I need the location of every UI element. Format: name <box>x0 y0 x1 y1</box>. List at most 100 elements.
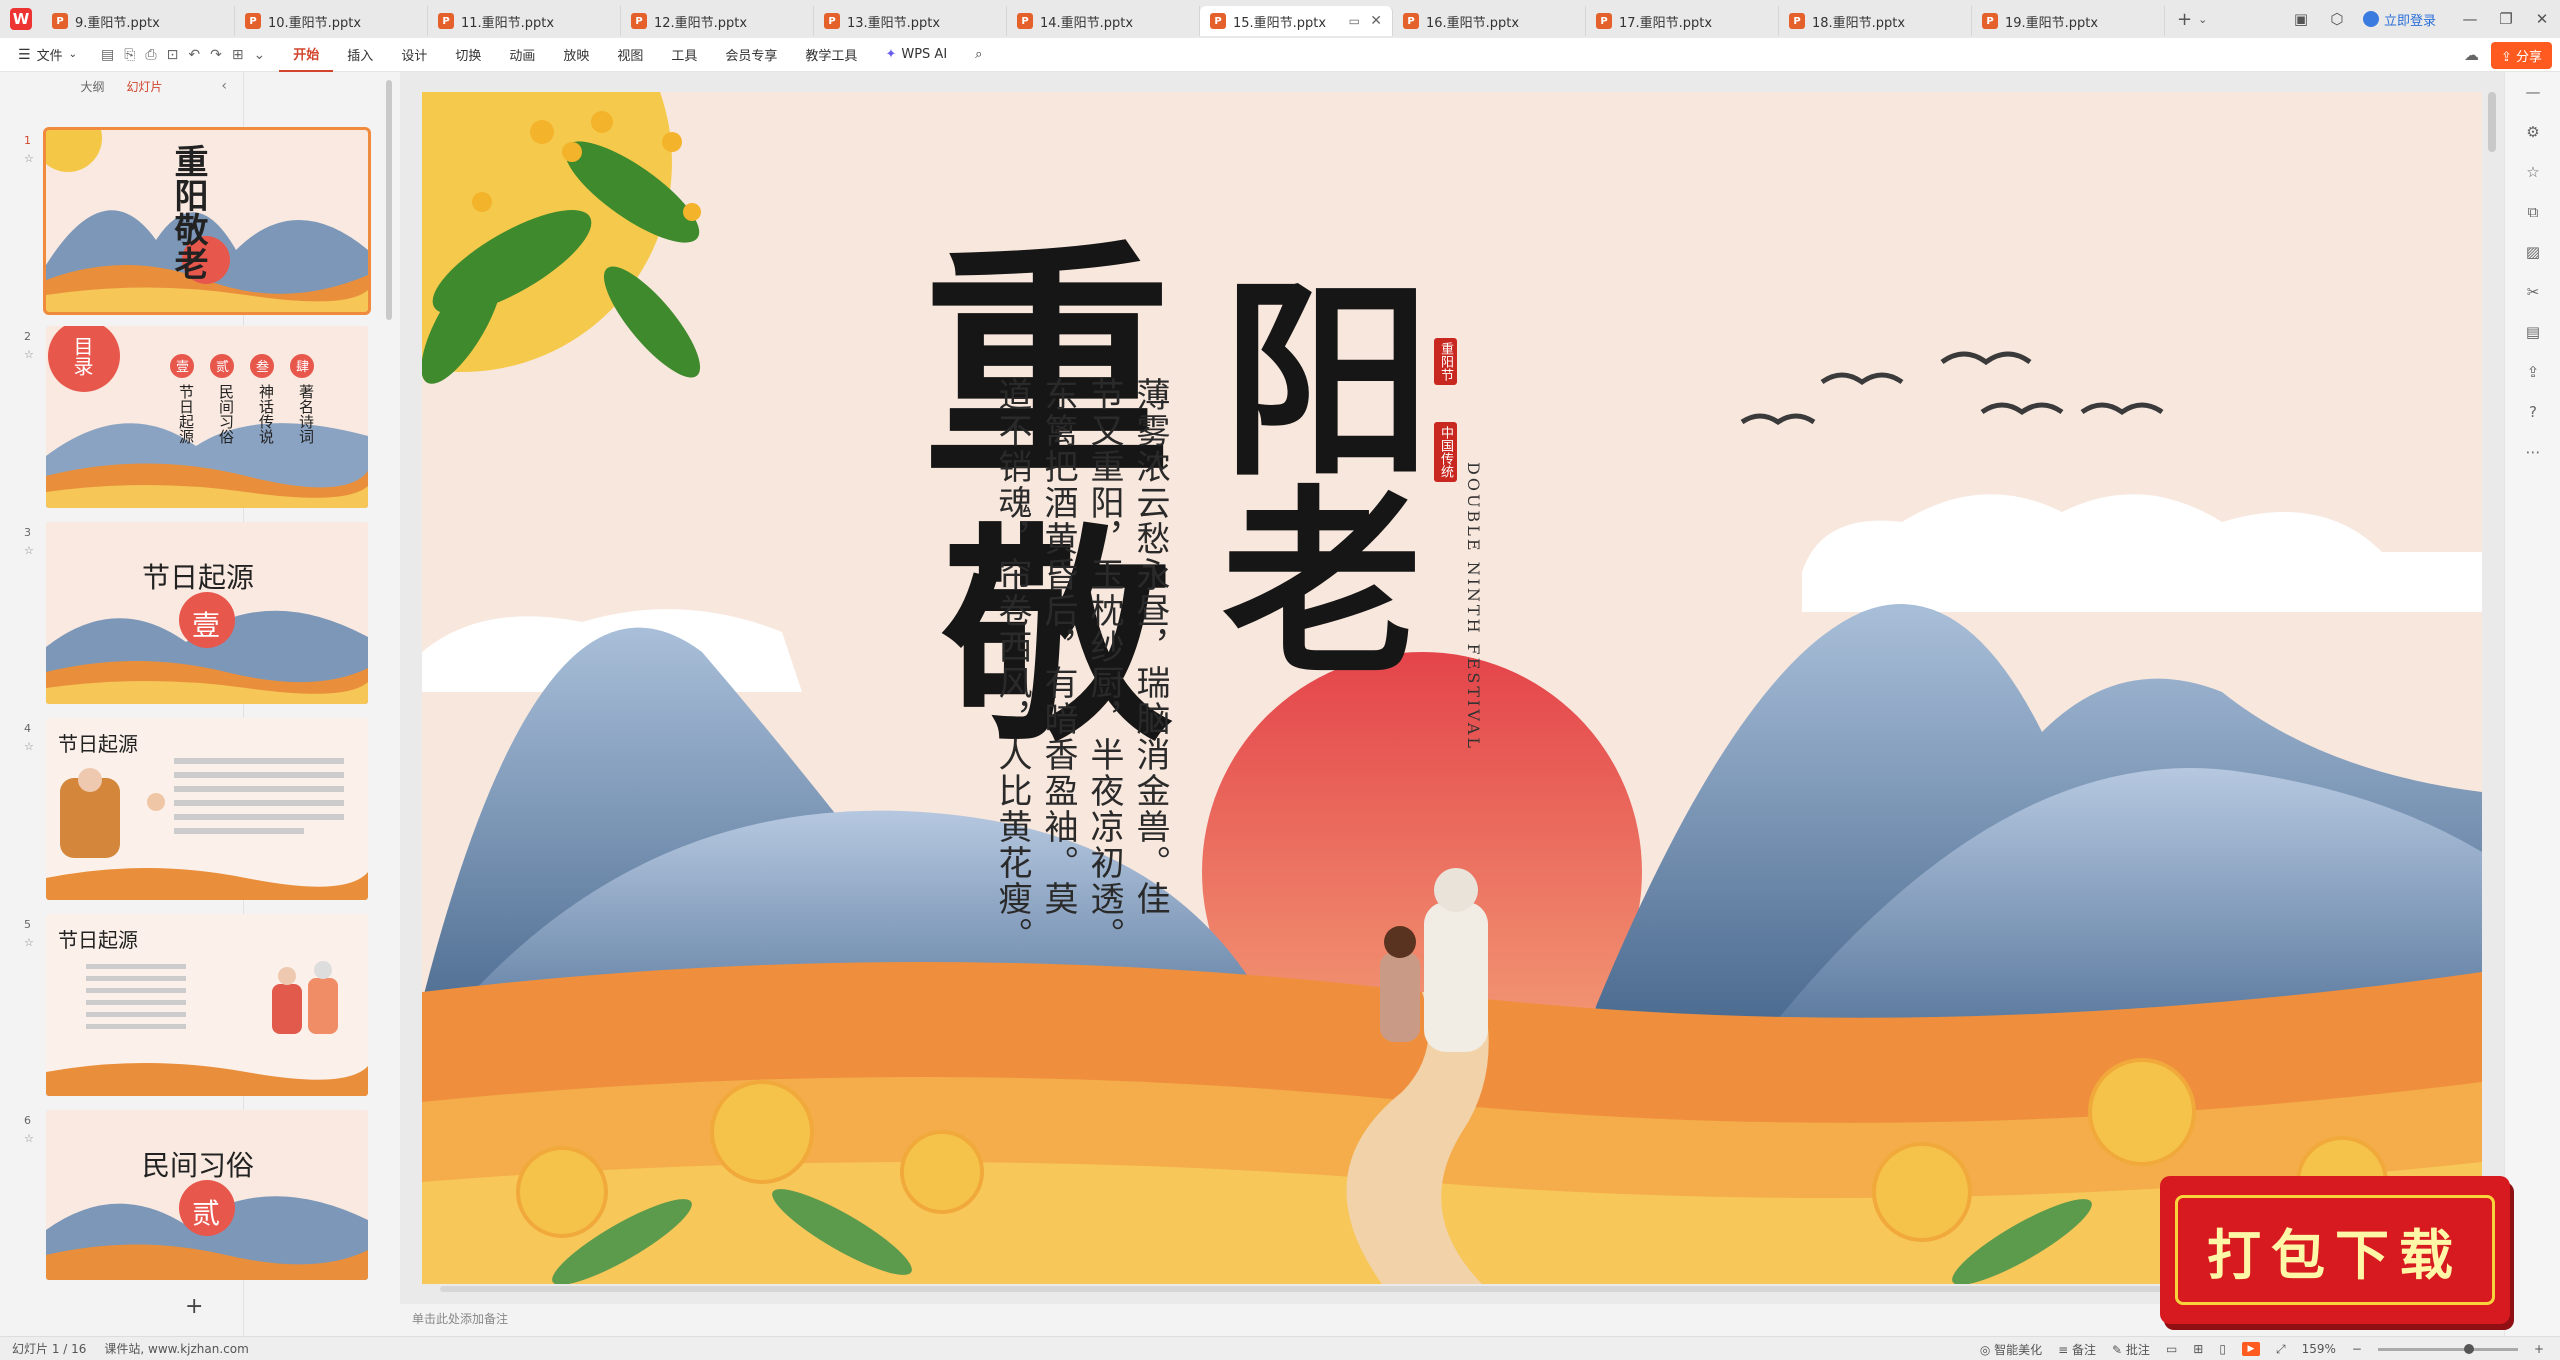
tab-outline[interactable]: 大纲 <box>80 78 104 95</box>
tab-transition[interactable]: 切换 <box>441 38 495 72</box>
save-icon[interactable]: ▤ <box>101 47 114 63</box>
tools-icon[interactable]: ✂ <box>2505 272 2560 312</box>
restore-icon[interactable]: ❐ <box>2488 0 2524 38</box>
slide-thumbnail[interactable]: 节日起源 壹 <box>46 522 368 704</box>
share-icon[interactable]: ⇪ <box>2505 352 2560 392</box>
doc-tab[interactable]: P 10.重阳节.pptx <box>235 6 428 36</box>
slide-thumbnail[interactable]: 民间习俗 贰 <box>46 1110 368 1280</box>
zoom-knob[interactable] <box>2463 1343 2474 1354</box>
tab-slideshow[interactable]: 放映 <box>549 38 603 72</box>
fit-window-icon[interactable]: ⤢ <box>2276 1342 2286 1357</box>
undo-icon[interactable]: ↶ <box>188 47 200 63</box>
minimize-icon[interactable]: — <box>2452 0 2488 38</box>
new-tab-button[interactable]: + <box>2165 9 2192 30</box>
login-button[interactable]: 立即登录 <box>2355 10 2452 29</box>
close-window-icon[interactable]: ✕ <box>2524 0 2560 38</box>
wps-presentation-window: W P 9.重阳节.pptx P 10.重阳节.pptx P 11.重阳节.pptx … <box>0 0 2560 1360</box>
tab-design[interactable]: 设计 <box>387 38 441 72</box>
close-tab-icon[interactable]: ✕ <box>1370 13 1382 29</box>
slide-number: 3 <box>24 526 31 539</box>
star-icon[interactable]: ☆ <box>2505 152 2560 192</box>
horizontal-scrollbar[interactable] <box>440 1286 2440 1292</box>
star-icon[interactable]: ☆ <box>24 152 34 165</box>
thumbnail-title: 节日起源 <box>58 732 138 756</box>
zoom-out-icon[interactable]: − <box>2352 1342 2362 1356</box>
beautify-button[interactable]: ◎ 智能美化 <box>1980 1341 2042 1358</box>
thumbnail-title: 目录 <box>70 336 94 376</box>
adjust-icon[interactable]: ⚙ <box>2505 112 2560 152</box>
slide-1[interactable]: 重 阳 敬 老 重阳节 中国传统 DOUBLE NINTH FESTIVAL 薄… <box>422 92 2482 1284</box>
doc-tab[interactable]: P 19.重阳节.pptx <box>1972 6 2165 36</box>
print-icon[interactable]: ⎙ <box>145 47 156 63</box>
notes-toggle[interactable]: ≡ 备注 <box>2058 1341 2096 1358</box>
ppt-file-icon: P <box>1982 13 1998 29</box>
box-icon[interactable]: ⬡ <box>2319 0 2355 38</box>
tab-insert[interactable]: 插入 <box>333 38 387 72</box>
star-icon[interactable]: ☆ <box>24 740 34 753</box>
slide-number: 6 <box>24 1114 31 1127</box>
tab-home[interactable]: 开始 <box>279 38 334 72</box>
export-icon[interactable]: ⎘ <box>124 47 135 63</box>
share-icon: ⇪ <box>2500 49 2516 65</box>
window-tile-icon[interactable]: ▣ <box>2283 0 2319 38</box>
slide-thumbnail[interactable]: 重阳敬老 <box>43 127 371 315</box>
vertical-scrollbar[interactable] <box>2488 92 2496 152</box>
book-icon[interactable]: ▤ <box>2505 312 2560 352</box>
help-icon[interactable]: ? <box>2505 392 2560 432</box>
doc-tab[interactable]: P 18.重阳节.pptx <box>1779 6 1972 36</box>
preview-icon[interactable]: ⊡ <box>167 47 179 63</box>
normal-view-icon[interactable]: ▭ <box>2166 1342 2177 1356</box>
minimize-panel-icon[interactable]: — <box>2505 72 2560 112</box>
thumbnail-scrollbar[interactable] <box>386 80 392 320</box>
star-icon[interactable]: ☆ <box>24 1132 34 1145</box>
redo-icon[interactable]: ↷ <box>210 47 222 63</box>
comment-toggle[interactable]: ✎ 批注 <box>2112 1341 2150 1358</box>
zoom-in-icon[interactable]: + <box>2534 1342 2544 1356</box>
download-promo-badge[interactable]: 打包下载 <box>2160 1176 2510 1324</box>
star-icon[interactable]: ☆ <box>24 544 34 557</box>
reading-view-icon[interactable]: ▯ <box>2219 1342 2226 1356</box>
share-button[interactable]: ⇪ 分享 <box>2490 41 2552 69</box>
monitor-icon[interactable]: ▭ <box>1349 14 1360 28</box>
play-slideshow-icon[interactable]: ▶ <box>2241 1342 2260 1356</box>
search-icon[interactable]: ⌕ <box>961 38 996 72</box>
doc-tab[interactable]: P 13.重阳节.pptx <box>814 6 1007 36</box>
tab-view[interactable]: 视图 <box>603 38 657 72</box>
sorter-view-icon[interactable]: ⊞ <box>2193 1342 2203 1356</box>
add-slide-button[interactable]: + <box>185 1294 203 1319</box>
tab-wps-ai[interactable]: ✦ WPS AI <box>871 38 961 72</box>
tab-animation[interactable]: 动画 <box>495 38 549 72</box>
comment-icon: ✎ <box>2112 1342 2126 1357</box>
star-icon[interactable]: ☆ <box>24 348 34 361</box>
file-menu[interactable]: ☰ 文件 ⌄ <box>0 45 87 65</box>
tab-slides[interactable]: 幻灯片 <box>127 78 163 95</box>
star-icon[interactable]: ☆ <box>24 936 34 949</box>
tab-tools[interactable]: 工具 <box>657 38 711 72</box>
slide-canvas[interactable]: 重 阳 敬 老 重阳节 中国传统 DOUBLE NINTH FESTIVAL 薄… <box>400 72 2504 1310</box>
ppt-file-icon: P <box>631 13 647 29</box>
doc-tab[interactable]: P 9.重阳节.pptx <box>42 6 235 36</box>
doc-tab[interactable]: P 12.重阳节.pptx <box>621 6 814 36</box>
tab-member[interactable]: 会员专享 <box>711 38 791 72</box>
chevron-down-icon[interactable]: ⌄ <box>254 47 266 63</box>
format-painter-icon[interactable]: ⊞ <box>232 47 244 63</box>
doc-tab[interactable]: P 14.重阳节.pptx <box>1007 6 1200 36</box>
zoom-level[interactable]: 159% <box>2302 1342 2336 1356</box>
cloud-icon[interactable]: ☁ <box>2464 46 2479 64</box>
doc-tab[interactable]: P 11.重阳节.pptx <box>428 6 621 36</box>
collapse-pane-icon[interactable]: ‹ <box>221 78 227 94</box>
slide-thumbnail[interactable]: 节日起源 <box>46 718 368 900</box>
tab-teaching-tools[interactable]: 教学工具 <box>791 38 871 72</box>
doc-tab[interactable]: P 16.重阳节.pptx <box>1393 6 1586 36</box>
slide-thumbnail[interactable]: 目录 壹 贰 叁 肆 节日起源 民间习俗 神话传说 著名诗词 <box>46 326 368 508</box>
doc-tab[interactable]: P 17.重阳节.pptx <box>1586 6 1779 36</box>
image-icon[interactable]: ▨ <box>2505 232 2560 272</box>
copy-icon[interactable]: ⧉ <box>2505 192 2560 232</box>
slide-thumbnail[interactable]: 节日起源 <box>46 914 368 1096</box>
wps-logo-icon[interactable]: W <box>0 0 42 38</box>
chevron-down-icon[interactable]: ⌄ <box>2192 13 2207 26</box>
doc-tab-active[interactable]: P 15.重阳节.pptx ▭ ✕ <box>1200 6 1393 36</box>
zoom-slider[interactable] <box>2377 1343 2518 1354</box>
thumbnail-title: 重阳敬老 <box>168 144 208 280</box>
more-icon[interactable]: ⋯ <box>2505 432 2560 472</box>
